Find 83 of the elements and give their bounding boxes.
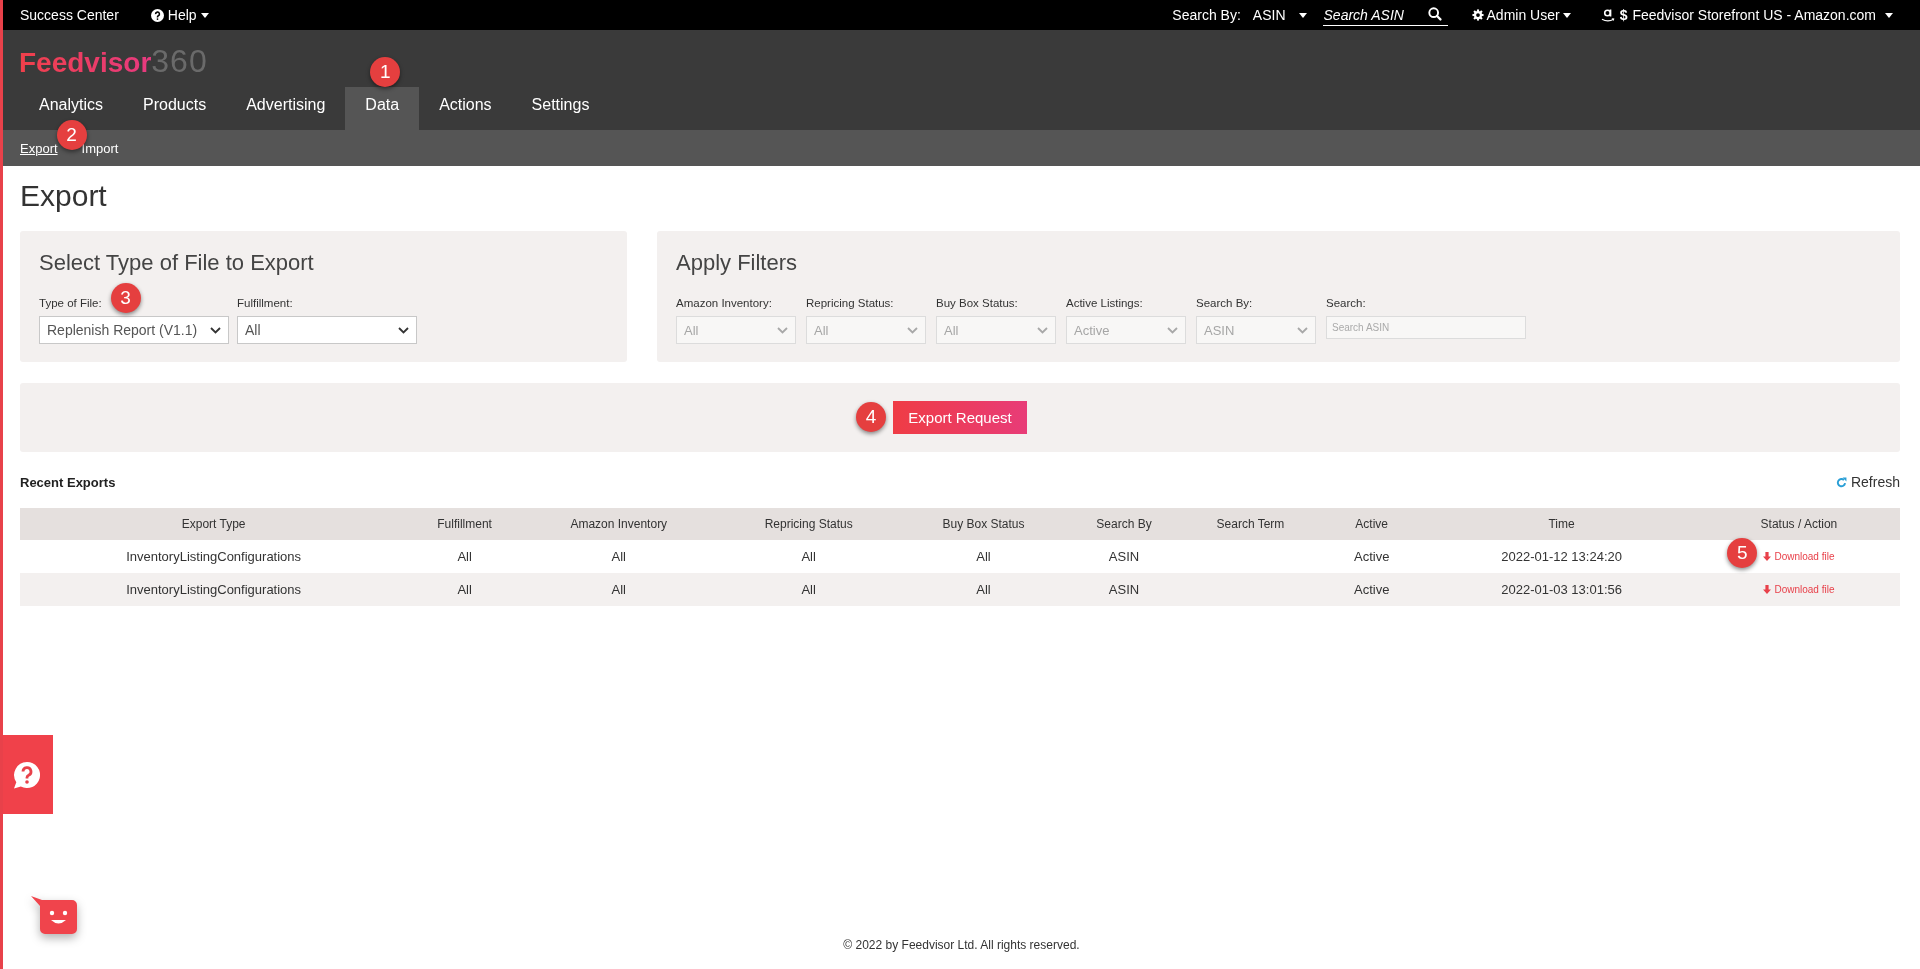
export-request-button[interactable]: Export Request: [893, 401, 1027, 434]
dropdown-select[interactable]: All: [237, 316, 417, 344]
field-label: Search By:: [1196, 297, 1253, 309]
table-cell: ASIN: [1108, 549, 1140, 564]
table-cell: Active: [1354, 582, 1390, 597]
panel-title: Apply Filters: [676, 250, 799, 276]
table-cell: All: [976, 549, 991, 564]
help-tab[interactable]: [3, 735, 53, 814]
table-cell: All: [801, 549, 816, 564]
success-center-link[interactable]: Success Center: [20, 7, 119, 23]
refresh-link[interactable]: Refresh: [1835, 474, 1900, 490]
column-header: Export Type: [181, 517, 246, 531]
column-header: Search By: [1096, 517, 1152, 531]
search-by-label: Search By:: [1172, 7, 1241, 23]
user-menu[interactable]: Admin User: [1471, 7, 1571, 23]
question-bubble-icon: [11, 759, 42, 790]
caret-icon: [1885, 12, 1893, 18]
table-cell: InventoryListingConfigurations: [126, 549, 302, 564]
table-cell: All: [457, 582, 472, 597]
help-menu[interactable]: Help: [150, 7, 209, 23]
table-cell: All: [801, 582, 816, 597]
field-label: Search:: [1326, 297, 1366, 309]
nav-tab[interactable]: Advertising: [226, 87, 346, 130]
nav-tab[interactable]: Actions: [419, 87, 512, 130]
chevron-down-icon: [210, 326, 221, 334]
chevron-down-icon: [777, 326, 788, 334]
column-header: Amazon Inventory: [570, 517, 668, 531]
sub-nav-link[interactable]: Export: [20, 140, 58, 156]
chevron-down-icon: [1297, 326, 1308, 334]
step-marker: 5: [1727, 538, 1758, 568]
nav-tab[interactable]: Data: [345, 87, 420, 130]
down-arrow-icon: [1763, 552, 1772, 561]
step-marker: 3: [110, 283, 141, 313]
field-label: Amazon Inventory:: [676, 297, 772, 309]
caret-icon: [200, 12, 209, 18]
table-cell: All: [457, 549, 472, 564]
column-header: Repricing Status: [764, 517, 853, 531]
column-header: Search Term: [1216, 517, 1285, 531]
store-menu[interactable]: $ Feedvisor Storefront US - Amazon.com: [1600, 7, 1893, 23]
step-marker: 1: [370, 57, 401, 87]
search-by-dropdown[interactable]: ASIN: [1252, 7, 1307, 23]
smiley-chat-icon[interactable]: [31, 896, 78, 934]
download-file-link[interactable]: Download file: [1763, 551, 1835, 562]
column-header: Buy Box Status: [942, 517, 1025, 531]
panel-title: Select Type of File to Export: [39, 250, 315, 276]
store-logo-icon: [1600, 7, 1615, 23]
table-cell: All: [976, 582, 991, 597]
section-title: Recent Exports: [20, 474, 116, 490]
chevron-down-icon: [1167, 326, 1178, 334]
question-circle-icon: [150, 8, 164, 22]
page-title: Export: [20, 178, 108, 214]
caret-icon: [1298, 12, 1307, 18]
field-label: Buy Box Status:: [936, 297, 1018, 309]
caret-icon: [1562, 12, 1571, 18]
field-label: Type of File:: [39, 297, 102, 309]
field-label: Active Listings:: [1066, 297, 1143, 309]
column-header: Fulfillment: [437, 517, 492, 531]
column-header: Active: [1355, 517, 1389, 531]
chevron-down-icon: [907, 326, 918, 334]
nav-tab[interactable]: Products: [123, 87, 227, 130]
download-file-link[interactable]: Download file: [1763, 584, 1835, 595]
search-icon[interactable]: [1427, 7, 1442, 21]
field-label: Fulfillment:: [237, 297, 293, 309]
dropdown-select[interactable]: Replenish Report (V1.1): [39, 316, 229, 344]
column-header: Status / Action: [1760, 517, 1838, 531]
nav-tab[interactable]: Settings: [511, 87, 610, 130]
table-cell: InventoryListingConfigurations: [126, 582, 302, 597]
table-cell: 2022-01-03 13:01:56: [1501, 582, 1622, 597]
table-cell: All: [611, 582, 626, 597]
search-field[interactable]: Search ASIN: [1322, 4, 1448, 26]
column-header: Time: [1548, 517, 1575, 531]
gear-icon: [1471, 9, 1484, 21]
chevron-down-icon: [398, 326, 409, 334]
table-cell: 2022-01-12 13:24:20: [1501, 549, 1622, 564]
table-cell: All: [611, 549, 626, 564]
step-marker: 4: [856, 402, 886, 432]
table-cell: Active: [1354, 549, 1390, 564]
copyright-text: © 2022 by Feedvisor Ltd. All rights reserved.: [843, 938, 1080, 952]
table-cell: ASIN: [1108, 582, 1140, 597]
down-arrow-icon: [1763, 585, 1772, 594]
chevron-down-icon: [1037, 326, 1048, 334]
refresh-icon: [1835, 476, 1847, 488]
field-label: Repricing Status:: [806, 297, 894, 309]
